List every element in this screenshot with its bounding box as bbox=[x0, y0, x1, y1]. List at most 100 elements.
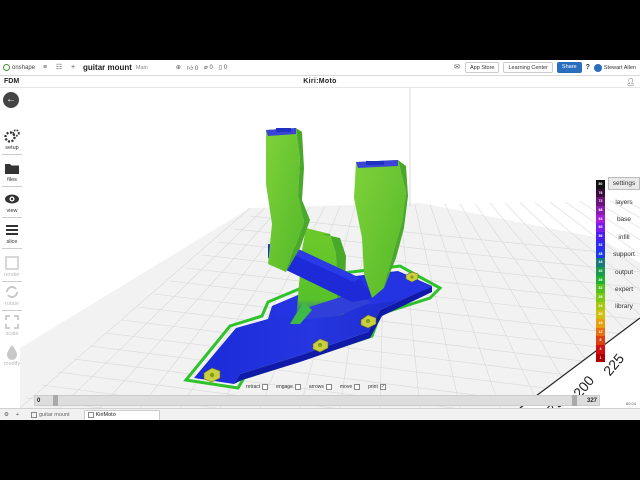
menu-item-base[interactable]: base bbox=[608, 211, 640, 228]
help-button[interactable]: ? bbox=[586, 64, 590, 71]
tool-label: files bbox=[7, 177, 17, 183]
avatar bbox=[593, 63, 602, 72]
menu-item-expert[interactable]: expert bbox=[608, 281, 640, 298]
branch-name[interactable]: Main bbox=[136, 65, 148, 71]
right-settings-menu: settings layers base infill support output exp… bbox=[608, 177, 640, 316]
square-icon bbox=[5, 256, 19, 270]
eye-icon bbox=[5, 194, 19, 204]
slider-high-handle[interactable] bbox=[572, 395, 577, 406]
tool-rotate[interactable]: rotate bbox=[0, 284, 24, 311]
tool-slice[interactable]: slice bbox=[0, 222, 24, 249]
app-tab-icon bbox=[87, 412, 94, 418]
app-title: Kiri:Moto bbox=[303, 78, 337, 85]
legend-swatch: 4 bbox=[596, 345, 605, 354]
share-button[interactable]: Share bbox=[556, 62, 582, 73]
tool-render[interactable]: render bbox=[0, 255, 24, 282]
globe-icon[interactable]: ⊕ bbox=[176, 64, 181, 71]
link-count[interactable]: ⌀ 0 bbox=[204, 64, 213, 71]
legend-swatch: 60 bbox=[596, 223, 605, 233]
legend-swatch: 68 bbox=[596, 206, 605, 215]
legend-swatch: 76 bbox=[596, 188, 605, 198]
legend-swatch: 32 bbox=[596, 284, 605, 293]
kiri-header: FDM Kiri:Moto 👤︎ bbox=[0, 76, 640, 88]
slider-low-value: 0 bbox=[37, 398, 41, 404]
legend-swatch: 44 bbox=[596, 258, 605, 267]
3d-viewport[interactable]: 225 200 175 bbox=[0, 88, 640, 408]
like-count[interactable]: 👍︎ 0 bbox=[187, 64, 198, 72]
tool-label: render bbox=[4, 272, 20, 278]
comment-icon[interactable]: ✉ bbox=[453, 64, 461, 72]
menu-item-infill[interactable]: infill bbox=[608, 229, 640, 246]
legend-swatch: 40 bbox=[596, 266, 605, 276]
insert-plus-icon[interactable]: + bbox=[69, 64, 77, 72]
build-plate-scene[interactable]: 225 200 175 bbox=[0, 88, 640, 408]
legend-swatch: 64 bbox=[596, 214, 605, 224]
view-option-retract[interactable]: retract bbox=[246, 384, 269, 390]
slider-low-handle[interactable] bbox=[53, 395, 58, 406]
checkbox[interactable] bbox=[354, 384, 361, 390]
onshape-logo[interactable]: onshape bbox=[3, 64, 35, 71]
tab-guitar-mount[interactable]: guitar mount bbox=[28, 410, 78, 420]
tool-divider bbox=[2, 186, 22, 187]
back-arrow-icon[interactable]: ← bbox=[3, 92, 19, 108]
view-option-engage[interactable]: engage bbox=[276, 384, 301, 390]
tool-scale[interactable]: scale bbox=[0, 314, 24, 337]
tool-view[interactable]: view bbox=[0, 191, 24, 218]
tab-label: guitar mount bbox=[39, 411, 70, 418]
bottom-tab-bar: ⚙︎ + guitar mount KiriMoto bbox=[0, 408, 640, 420]
tab-kirimoto[interactable]: KiriMoto bbox=[83, 409, 160, 420]
tool-divider bbox=[2, 310, 22, 311]
tool-divider bbox=[2, 154, 22, 155]
app-store-button[interactable]: App Store bbox=[465, 62, 500, 73]
tool-files[interactable]: files bbox=[0, 160, 24, 187]
menu-item-output[interactable]: output bbox=[608, 264, 640, 281]
view-option-arrows[interactable]: arrows bbox=[309, 384, 332, 390]
top-bar-right: ✉ App Store Learning Center Share ? Stew… bbox=[447, 62, 636, 73]
document-name[interactable]: guitar mount bbox=[83, 63, 132, 72]
account-icon[interactable]: 👤︎ bbox=[626, 78, 635, 86]
legend-swatch: 1 bbox=[596, 353, 605, 363]
menu-item-library[interactable]: library bbox=[608, 298, 640, 315]
view-option-label: retract bbox=[246, 384, 261, 390]
view-options: retract engage arrows move print ✓ bbox=[246, 384, 386, 390]
legend-swatch: 20 bbox=[596, 310, 605, 319]
hamburger-menu-icon[interactable]: ≡ bbox=[41, 64, 49, 72]
legend-swatch: 36 bbox=[596, 275, 605, 285]
folder-icon bbox=[5, 164, 19, 174]
tab-settings-icon[interactable]: ⚙︎ bbox=[2, 412, 11, 418]
menu-item-support[interactable]: support bbox=[608, 246, 640, 263]
legend-swatch: 12 bbox=[596, 327, 605, 337]
layers-icon bbox=[6, 225, 18, 235]
checkbox[interactable] bbox=[325, 384, 332, 390]
view-option-label: move bbox=[339, 384, 353, 390]
rotate-icon bbox=[6, 286, 18, 298]
tool-label: slice bbox=[6, 239, 18, 245]
drop-icon bbox=[7, 345, 17, 360]
view-option-print[interactable]: print ✓ bbox=[368, 384, 386, 390]
scale-icon bbox=[5, 315, 19, 329]
learning-center-button[interactable]: Learning Center bbox=[503, 62, 553, 73]
feature-list-icon[interactable]: ☷ bbox=[55, 64, 63, 72]
layer-color-legend: 80 76 72 68 64 60 56 52 48 44 40 36 32 28 24 20 16 12 8 4 1 bbox=[596, 180, 605, 363]
view-option-move[interactable]: move bbox=[339, 384, 361, 390]
user-menu[interactable]: Stewart Allen bbox=[593, 63, 636, 72]
layer-slider[interactable]: 0 327 bbox=[34, 395, 600, 406]
tool-setup[interactable]: setup bbox=[0, 128, 24, 155]
legend-swatch: 80 bbox=[596, 180, 605, 189]
tool-modify[interactable]: modify bbox=[0, 344, 24, 367]
slider-high-value: 327 bbox=[586, 398, 597, 404]
checkbox[interactable] bbox=[262, 384, 269, 390]
like-count-value: 0 bbox=[194, 65, 199, 72]
menu-item-layers[interactable]: layers bbox=[608, 194, 640, 211]
menu-item-settings[interactable]: settings bbox=[608, 177, 640, 190]
document-counts: ⊕ 👍︎ 0 ⌀ 0 ▯ 0 bbox=[176, 64, 227, 72]
copy-count[interactable]: ▯ 0 bbox=[219, 64, 227, 71]
checkbox[interactable]: ✓ bbox=[379, 384, 386, 390]
link-count-value: 0 bbox=[209, 65, 213, 71]
onshape-logo-text: onshape bbox=[12, 64, 36, 71]
add-tab-icon[interactable]: + bbox=[13, 412, 22, 418]
checkbox[interactable] bbox=[294, 384, 301, 390]
legend-swatch: 8 bbox=[596, 336, 605, 346]
fps-readout: 60.04 bbox=[626, 401, 637, 406]
legend-swatch: 52 bbox=[596, 240, 605, 250]
